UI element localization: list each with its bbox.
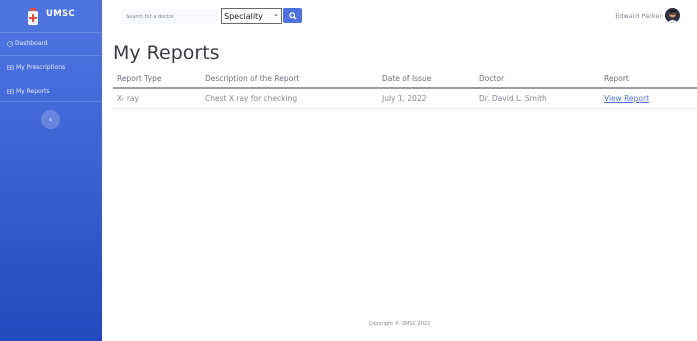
topbar: Search for a doctor Speciality ⌄ Edward … — [102, 0, 697, 32]
main-content: My Reports Report Type Description of th… — [102, 32, 697, 307]
column-header: Description of the Report — [201, 69, 378, 89]
sidebar-divider — [0, 32, 102, 33]
copyright-text: Copyright © UMSC 2022 — [368, 321, 431, 327]
chevron-down-icon: ⌄ — [273, 10, 279, 18]
page-title: My Reports — [113, 42, 220, 64]
sidebar-item-label: Dashboard — [15, 40, 48, 47]
sidebar-item-prescriptions[interactable]: My Prescriptions — [7, 64, 65, 71]
sidebar-item-reports[interactable]: My Reports — [7, 88, 50, 95]
search-placeholder: Search for a doctor — [126, 13, 174, 20]
sidebar-divider — [0, 101, 102, 102]
column-header: Report — [600, 69, 697, 89]
brand-name: UMSC — [46, 9, 75, 19]
column-header: Doctor — [475, 69, 600, 89]
sidebar-toggle-button[interactable]: ‹ — [41, 110, 60, 129]
user-avatar-icon — [665, 8, 680, 23]
table-icon — [7, 65, 14, 70]
sidebar-item-label: My Prescriptions — [16, 64, 66, 71]
search-button[interactable] — [283, 8, 302, 23]
search-input[interactable]: Search for a doctor — [121, 9, 219, 24]
cell-doctor: Dr. David L. Smith — [475, 88, 600, 109]
footer: Copyright © UMSC 2022 — [102, 307, 697, 341]
sidebar: UMSC Dashboard My Prescriptions My Repor… — [0, 0, 102, 341]
speciality-selected: Speciality — [224, 11, 263, 21]
sidebar-item-dashboard[interactable]: Dashboard — [7, 40, 48, 47]
cell-description: Chest X ray for checking — [201, 88, 378, 109]
view-report-link[interactable]: View Report — [604, 94, 649, 103]
table-header-row: Report Type Description of the Report Da… — [113, 69, 697, 89]
column-header: Date of Issue — [378, 69, 475, 89]
cell-date: July 1, 2022 — [378, 88, 475, 109]
chevron-left-icon: ‹ — [48, 115, 53, 124]
column-header: Report Type — [113, 69, 201, 89]
search-icon — [288, 11, 297, 20]
table-row: X- ray Chest X ray for checking July 1, … — [113, 88, 697, 109]
sidebar-divider — [0, 55, 102, 56]
brand-link[interactable]: UMSC — [0, 0, 102, 32]
cell-report: View Report — [600, 88, 697, 109]
sidebar-item-label: My Reports — [16, 88, 50, 95]
reports-table: Report Type Description of the Report Da… — [113, 69, 697, 109]
user-name[interactable]: Edward Parker — [615, 12, 662, 20]
avatar[interactable] — [665, 8, 680, 23]
cell-report-type: X- ray — [113, 88, 201, 109]
speciality-select[interactable]: Speciality ⌄ — [221, 8, 282, 24]
dashboard-icon — [7, 40, 13, 47]
table-icon — [7, 89, 14, 94]
medicine-icon — [28, 8, 38, 25]
